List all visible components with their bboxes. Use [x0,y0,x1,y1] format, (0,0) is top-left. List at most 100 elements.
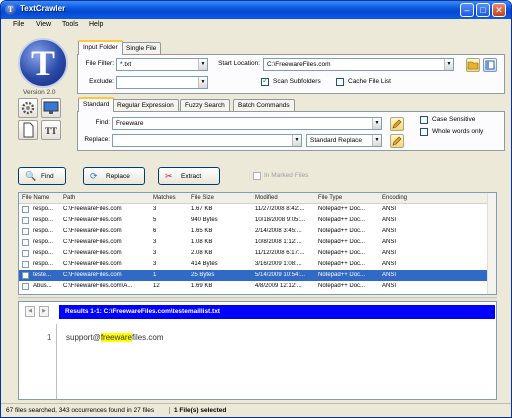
tab-input-folder[interactable]: Input Folder [78,40,123,55]
table-cell: 5/14/2009 10:54:... [255,272,306,278]
find-history-button[interactable] [390,117,404,131]
search-panel: Find: Freeware ▼ Replace: ▼ Standard Rep… [77,111,505,151]
extract-button-label: Extract [181,173,202,180]
row-checkbox[interactable] [22,272,29,279]
chevron-down-icon[interactable]: ▼ [444,59,453,70]
chevron-down-icon[interactable]: ▼ [372,118,381,129]
replace-mode-select[interactable]: Standard Replace ▼ [306,134,382,147]
table-cell: Notepad++ Doc... [318,250,366,256]
cache-file-list-label: Cache File List [348,78,391,85]
col-path[interactable]: Path [63,195,75,201]
table-cell: Notepad++ Doc... [318,239,366,245]
cache-file-list-checkbox[interactable] [336,78,344,86]
whole-words-checkbox[interactable] [420,128,428,136]
close-icon: ✕ [495,5,503,15]
col-file-size[interactable]: File Size [191,195,214,201]
magnifier-icon: 🔍 [25,171,37,181]
table-row[interactable]: respo... C:\FreewareFiles.com 3 1.08 KB 10/8… [19,237,489,248]
menu-view[interactable]: View [36,21,51,28]
status-summary: 67 files searched, 343 occurrences found… [6,407,155,414]
monitor-button[interactable] [41,98,61,118]
line-match: freeware [100,333,132,342]
find-field[interactable]: Freeware ▼ [112,117,382,130]
status-bar: 67 files searched, 343 occurrences found… [1,403,511,417]
scan-subfolders-label: Scan Subfolders [273,78,321,85]
table-row[interactable]: respo... C:\FreewareFiles.com 6 1.65 KB 2/14… [19,226,489,237]
replace-button[interactable]: ⟳ Replace [83,167,145,185]
browse-folder-button[interactable] [466,58,480,72]
col-encoding[interactable]: Encoding [382,195,407,201]
menu-file[interactable]: File [13,21,24,28]
chevron-down-icon[interactable]: ▼ [198,59,207,70]
table-cell: ANSI [382,250,397,256]
table-cell: 1.08 KB [191,239,213,245]
row-checkbox[interactable] [22,283,29,290]
case-sensitive-label: Case Sensitive [432,116,476,123]
replace-history-button[interactable] [390,134,404,148]
file-filter-field[interactable]: *.txt ▼ [116,58,208,71]
table-cell: 940 Bytes [191,217,218,223]
row-checkbox[interactable] [22,206,29,213]
col-modified[interactable]: Modified [255,195,278,201]
table-cell: respo... [33,206,54,212]
table-cell: C:\FreewareFiles.com [63,261,122,267]
table-row[interactable]: Abus... C:\FreewareFiles.com\A... 12 1.69 K… [19,281,489,292]
in-marked-files-checkbox[interactable] [253,172,261,180]
replace-button-label: Replace [106,173,130,180]
close-button[interactable]: ✕ [492,3,506,17]
col-file-name[interactable]: File Name [22,195,49,201]
menu-tools[interactable]: Tools [62,21,78,28]
table-cell: ANSI [382,239,397,245]
case-sensitive-checkbox[interactable] [420,116,428,124]
chevron-down-icon[interactable]: ▼ [372,135,381,146]
table-row[interactable]: respo... C:\FreewareFiles.com 5 940 Bytes 10… [19,215,489,226]
table-cell: respo... [33,250,54,256]
vertical-scrollbar[interactable] [487,193,496,294]
exclude-field[interactable]: ▼ [116,76,208,89]
maximize-button[interactable]: □ [476,3,490,17]
refresh-icon: ⟳ [90,171,98,181]
find-button[interactable]: 🔍 Find [18,167,66,185]
table-row[interactable]: teste... C:\FreewareFiles.com 1 25 Bytes 5/1… [19,270,489,281]
start-location-value: C:\FreewareFiles.com [267,61,331,68]
table-cell: C:\FreewareFiles.com [63,228,122,234]
col-file-type[interactable]: File Type [318,195,342,201]
scan-subfolders-checkbox[interactable] [261,76,269,86]
minimize-button[interactable]: – [460,3,474,17]
table-cell: 3 [153,250,157,256]
line-text-after: files.com [131,333,164,342]
chevron-down-icon[interactable]: ▼ [292,135,301,146]
edit-icon [392,136,402,146]
table-cell: Notepad++ Doc... [318,261,366,267]
status-selection: 1 File(s) selected [169,407,226,414]
settings-button[interactable] [18,98,38,118]
row-checkbox[interactable] [22,261,29,268]
menu-help[interactable]: Help [89,21,103,28]
col-matches[interactable]: Matches [153,195,176,201]
table-cell: Notepad++ Doc... [318,283,366,289]
table-row[interactable]: respo... C:\FreewareFiles.com 3 414 Bytes 3/… [19,259,489,270]
font-button[interactable]: TT [41,120,61,140]
row-checkbox[interactable] [22,250,29,257]
table-row[interactable]: respo... C:\FreewareFiles.com 3 2.08 KB 11/1… [19,248,489,259]
start-location-field[interactable]: C:\FreewareFiles.com ▼ [263,58,454,71]
document-button[interactable] [18,120,38,140]
find-value: Freeware [116,120,144,127]
table-cell: ANSI [382,206,397,212]
location-options-button[interactable] [483,58,497,72]
prev-result-button[interactable]: ◀ [25,306,35,317]
row-checkbox[interactable] [22,217,29,224]
tab-standard[interactable]: Standard [78,97,115,112]
replace-mode-value: Standard Replace [310,137,363,144]
table-cell: 3/16/2009 1:08:... [255,261,302,267]
line-text-before: support@ [66,333,101,342]
next-result-button[interactable]: ▶ [39,306,49,317]
chevron-down-icon[interactable]: ▼ [198,77,207,88]
table-cell: ANSI [382,283,397,289]
title-bar[interactable]: T TextCrawler – □ ✕ [1,1,511,19]
extract-button[interactable]: ✂ Extract [158,167,220,185]
table-row[interactable]: respo... C:\FreewareFiles.com 3 1.67 KB 11/2… [19,204,489,215]
replace-field[interactable]: ▼ [112,134,302,147]
row-checkbox[interactable] [22,228,29,235]
row-checkbox[interactable] [22,239,29,246]
